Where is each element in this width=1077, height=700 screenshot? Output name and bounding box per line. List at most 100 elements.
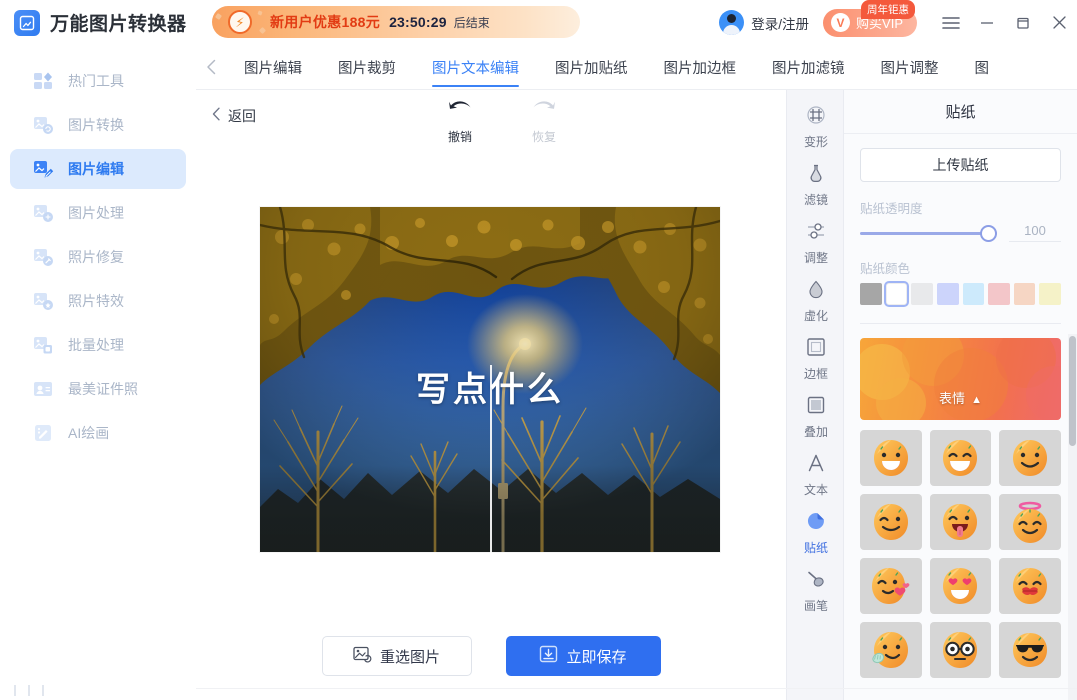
color-label: 贴纸颜色 bbox=[860, 262, 911, 276]
tab-image-text-edit[interactable]: 图片文本编辑 bbox=[414, 45, 537, 89]
sticker-category-banner[interactable]: 表情 ▲ bbox=[860, 338, 1061, 420]
rail-item-text[interactable]: 文本 bbox=[787, 446, 845, 504]
redo-button[interactable]: 恢复 bbox=[520, 96, 568, 145]
back-button[interactable]: 返回 bbox=[212, 106, 256, 126]
tab-image-more[interactable]: 图 bbox=[957, 45, 1008, 89]
buy-vip-button[interactable]: V 购买VIP 周年钜惠 bbox=[823, 0, 917, 37]
sticker-hand-over-mouth-face[interactable] bbox=[860, 622, 922, 678]
undo-button[interactable]: 撤销 bbox=[436, 96, 484, 145]
sidebar-item-image-convert[interactable]: 图片转换 bbox=[10, 105, 186, 145]
menu-button[interactable] bbox=[933, 0, 969, 45]
sidebar-item-hot-tools[interactable]: 热门工具 bbox=[10, 61, 186, 101]
image-edit-icon bbox=[32, 158, 54, 180]
slider-knob[interactable] bbox=[980, 224, 997, 242]
redo-arrow-icon bbox=[530, 96, 558, 125]
sidebar-item-label: AI绘画 bbox=[68, 425, 110, 441]
rail-item-brush[interactable]: 画笔 bbox=[787, 562, 845, 620]
tab-image-adjust[interactable]: 图片调整 bbox=[863, 45, 957, 89]
sidebar-item-image-edit[interactable]: 图片编辑 bbox=[10, 149, 186, 189]
sticker-kiss-lips-face[interactable] bbox=[999, 558, 1061, 614]
opacity-slider[interactable] bbox=[860, 224, 997, 242]
reselect-label: 重选图片 bbox=[379, 648, 440, 666]
image-convert-logo-icon bbox=[14, 9, 40, 36]
rail-label: 画笔 bbox=[803, 598, 828, 613]
tab-image-crop[interactable]: 图片裁剪 bbox=[320, 45, 414, 89]
login-register-button[interactable]: 登录/注册 bbox=[719, 10, 809, 35]
sidebar-item-label: 照片修复 bbox=[68, 249, 124, 265]
sticker-smiling-face[interactable] bbox=[999, 430, 1061, 486]
save-label: 立即保存 bbox=[566, 648, 627, 666]
tab-bar: 图片编辑 图片裁剪 图片文本编辑 图片加贴纸 图片加边框 图片加滤镜 图片调整 … bbox=[196, 45, 1077, 90]
chevron-left-icon[interactable] bbox=[196, 59, 226, 75]
sticker-blowing-kiss-face[interactable] bbox=[860, 558, 922, 614]
sidebar-item-ai-paint[interactable]: AI绘画 bbox=[10, 413, 186, 453]
tab-image-border[interactable]: 图片加边框 bbox=[646, 45, 755, 89]
rail-item-overlay[interactable]: 叠加 bbox=[787, 388, 845, 446]
rail-label: 文本 bbox=[803, 482, 828, 497]
rail-item-adjust[interactable]: 调整 bbox=[787, 214, 845, 272]
tab-image-edit[interactable]: 图片编辑 bbox=[226, 45, 320, 89]
rail-label: 滤镜 bbox=[803, 192, 828, 207]
swatch-cream[interactable] bbox=[1039, 283, 1062, 305]
frame-border-icon bbox=[806, 337, 826, 362]
sticker-sunglasses-face[interactable] bbox=[999, 622, 1061, 678]
sidebar-item-label: 照片特效 bbox=[68, 293, 124, 309]
swatch-pink[interactable] bbox=[988, 283, 1010, 305]
undo-label: 撤销 bbox=[447, 130, 472, 144]
rail-item-filter[interactable]: 滤镜 bbox=[787, 156, 845, 214]
upload-sticker-button[interactable]: 上传贴纸 bbox=[860, 148, 1061, 182]
reselect-image-button[interactable]: 重选图片 bbox=[321, 636, 472, 676]
swatch-light-blue[interactable] bbox=[962, 283, 985, 305]
sidebar-item-label: 最美证件照 bbox=[68, 381, 138, 397]
bottom-actions: 重选图片 立即保存 bbox=[196, 636, 786, 676]
rail-item-transform[interactable]: 变形 bbox=[787, 98, 845, 156]
swatch-gray[interactable] bbox=[860, 283, 882, 305]
swatch-periwinkle[interactable] bbox=[936, 283, 959, 305]
vip-diamond-icon: V bbox=[831, 13, 851, 32]
rail-item-blur[interactable]: 虚化 bbox=[787, 272, 845, 330]
sticker-halo-angel-face[interactable] bbox=[999, 494, 1061, 550]
sidebar-item-id-photo[interactable]: 最美证件照 bbox=[10, 369, 186, 409]
sticker-nerd-glasses-face[interactable] bbox=[929, 622, 992, 678]
minimize-button[interactable] bbox=[969, 0, 1005, 45]
sticker-category-label: 表情 ▲ bbox=[939, 391, 982, 406]
ai-paint-icon bbox=[32, 422, 54, 444]
application-window: 万能图片转换器 ⚡ 新用户优惠188元 23:50:29 后结束 登录/注册 V… bbox=[0, 0, 1077, 700]
sticker-grid bbox=[860, 430, 1061, 678]
status-mark bbox=[28, 685, 30, 696]
sticker-laughing-face[interactable] bbox=[929, 430, 992, 486]
swatch-light-gray[interactable] bbox=[911, 283, 933, 305]
sidebar-item-photo-repair[interactable]: 照片修复 bbox=[10, 237, 186, 277]
sidebar-item-label: 批量处理 bbox=[68, 337, 124, 353]
sidebar-item-image-process[interactable]: 图片处理 bbox=[10, 193, 186, 233]
tab-image-sticker[interactable]: 图片加贴纸 bbox=[537, 45, 646, 89]
rail-item-sticker[interactable]: 贴纸 bbox=[787, 504, 845, 562]
opacity-value[interactable]: 100 bbox=[1009, 223, 1061, 242]
swatch-white[interactable] bbox=[885, 283, 908, 305]
panel-body: 上传贴纸 贴纸透明度 100 贴纸颜色 bbox=[844, 134, 1077, 305]
editor-area: 返回 撤销 恢复 写点什么 重选图片 立即保存 bbox=[196, 90, 786, 700]
grid-tools-icon bbox=[32, 70, 54, 92]
image-canvas[interactable]: 写点什么 bbox=[260, 207, 720, 553]
maximize-button[interactable] bbox=[1005, 0, 1041, 45]
sticker-winking-face[interactable] bbox=[860, 494, 922, 550]
photo-repair-icon bbox=[32, 246, 54, 268]
rail-item-border[interactable]: 边框 bbox=[787, 330, 845, 388]
promo-banner[interactable]: ⚡ 新用户优惠188元 23:50:29 后结束 bbox=[212, 6, 580, 38]
save-now-button[interactable]: 立即保存 bbox=[505, 636, 661, 676]
sticker-tongue-out-face[interactable] bbox=[929, 494, 992, 550]
tool-rail: 变形 滤镜 调整 虚化 边框 叠加 文本 贴纸 画笔 bbox=[786, 90, 844, 700]
sticker-grinning-face[interactable] bbox=[860, 430, 922, 486]
sidebar-item-batch-process[interactable]: 批量处理 bbox=[10, 325, 186, 365]
brand: 万能图片转换器 bbox=[0, 9, 196, 36]
swatch-peach[interactable] bbox=[1013, 283, 1036, 305]
vip-badge: 周年钜惠 bbox=[861, 0, 916, 19]
panel-scrollbar-thumb[interactable] bbox=[1069, 336, 1076, 446]
caret-up-icon: ▲ bbox=[971, 394, 982, 406]
sidebar-item-photo-effect[interactable]: 照片特效 bbox=[10, 281, 186, 321]
sticker-heart-eyes-face[interactable] bbox=[929, 558, 992, 614]
close-button[interactable] bbox=[1041, 0, 1077, 45]
app-title: 万能图片转换器 bbox=[50, 14, 187, 35]
rail-label: 贴纸 bbox=[803, 540, 828, 555]
tab-image-filter[interactable]: 图片加滤镜 bbox=[754, 45, 863, 89]
